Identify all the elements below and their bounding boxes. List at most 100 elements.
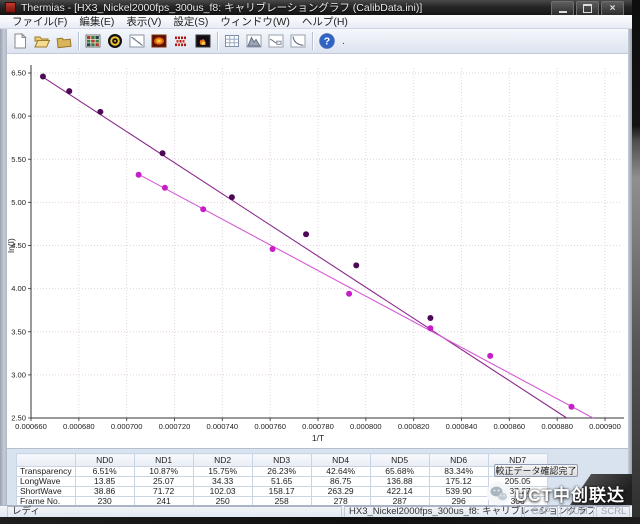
table-corner-cell (17, 454, 76, 467)
minimize-button[interactable] (551, 1, 574, 16)
table-cell: 65.68% (370, 467, 429, 477)
app-icon (5, 2, 16, 13)
menu-item-window[interactable]: ウィンドウ(W) (214, 14, 295, 29)
svg-text:3.50: 3.50 (11, 327, 26, 336)
grid-icon[interactable] (221, 31, 243, 52)
window-border-left (0, 29, 7, 517)
svg-text:3.00: 3.00 (11, 370, 26, 379)
help-icon[interactable]: ? (316, 31, 338, 52)
open-folder-icon[interactable] (31, 31, 53, 52)
nd-filter-table: ND0ND1ND2ND3ND4ND5ND6ND7Transparency6.51… (16, 453, 548, 507)
svg-text:6.00: 6.00 (11, 112, 26, 121)
calibration-confirm-button[interactable]: 較正データ確認完了 (494, 464, 578, 477)
table-cell: 34.33 (193, 477, 252, 487)
table-header-cell: ND5 (370, 454, 429, 467)
title-bar: Thermias - [HX3_Nickel2000fps_300us_f8: … (0, 0, 632, 15)
heat-pattern-icon[interactable] (170, 31, 192, 52)
svg-text:1/T: 1/T (312, 433, 324, 443)
toolbar-separator (78, 32, 79, 50)
table-row-label: ShortWave (17, 487, 76, 497)
table-cell: 13.85 (75, 477, 134, 487)
wechat-icon (486, 481, 511, 506)
svg-text:0.000900: 0.000900 (589, 422, 621, 431)
svg-text:0.000700: 0.000700 (111, 422, 143, 431)
table-cell: 175.12 (429, 477, 488, 487)
folder-icon[interactable] (53, 31, 75, 52)
svg-text:0.000680: 0.000680 (63, 422, 95, 431)
svg-text:0.000880: 0.000880 (541, 422, 573, 431)
table-cell: 15.75% (193, 467, 252, 477)
table-header-cell: ND0 (75, 454, 134, 467)
svg-text:0.000780: 0.000780 (302, 422, 334, 431)
table-row: ShortWave38.8671.72102.03158.17263.29422… (17, 487, 548, 497)
table-header-cell: ND3 (252, 454, 311, 467)
table-cell: 539.90 (429, 487, 488, 497)
table-cell: 136.88 (370, 477, 429, 487)
svg-text:0.000840: 0.000840 (446, 422, 478, 431)
table-header-cell: ND4 (311, 454, 370, 467)
window-title: Thermias - [HX3_Nickel2000fps_300us_f8: … (21, 0, 422, 15)
menu-item-file[interactable]: ファイル(F) (6, 14, 73, 29)
svg-text:0.000740: 0.000740 (206, 422, 238, 431)
close-button[interactable]: × (601, 1, 624, 16)
table-cell: 26.23% (252, 467, 311, 477)
svg-text:ln(I): ln(I) (7, 238, 16, 253)
svg-text:?: ? (324, 36, 330, 48)
svg-text:0.000720: 0.000720 (159, 422, 191, 431)
menu-item-help[interactable]: ヘルプ(H) (296, 14, 354, 29)
table-row-label: Transparency (17, 467, 76, 477)
screen-edge-bottom (0, 517, 640, 524)
svg-text:4.00: 4.00 (11, 284, 26, 293)
maximize-icon (583, 4, 592, 13)
table-header-cell: ND2 (193, 454, 252, 467)
frame-grid-icon[interactable] (82, 31, 104, 52)
toolbar: ?. (0, 29, 632, 54)
svg-text:0.000760: 0.000760 (254, 422, 286, 431)
table-row: Transparency6.51%10.87%15.75%26.23%42.64… (17, 467, 548, 477)
menu-item-edit[interactable]: 編集(E) (73, 14, 120, 29)
table-row: LongWave13.8525.0734.3351.6586.75136.881… (17, 477, 548, 487)
table-cell: 86.75 (311, 477, 370, 487)
svg-text:2.50: 2.50 (11, 414, 26, 423)
target-icon[interactable] (104, 31, 126, 52)
table-cell: 42.64% (311, 467, 370, 477)
svg-text:6.50: 6.50 (11, 69, 26, 78)
application-window: Thermias - [HX3_Nickel2000fps_300us_f8: … (0, 0, 640, 524)
watermark-text: UCT中创联达 (515, 481, 625, 506)
svg-text:5.00: 5.00 (11, 198, 26, 207)
svg-text:0.000860: 0.000860 (493, 422, 525, 431)
flame-image-icon[interactable] (192, 31, 214, 52)
table-cell: 263.29 (311, 487, 370, 497)
table-cell: 10.87% (134, 467, 193, 477)
maximize-button[interactable] (576, 1, 599, 16)
line-graph-icon[interactable] (126, 31, 148, 52)
table-cell: 422.14 (370, 487, 429, 497)
table-header-cell: ND1 (134, 454, 193, 467)
table-cell: 25.07 (134, 477, 193, 487)
close-icon: × (610, 4, 616, 14)
graph-annotation-icon[interactable] (265, 31, 287, 52)
toolbar-separator (312, 32, 313, 50)
watermark: UCT中创联达 (486, 478, 636, 508)
toolbar-overflow[interactable]: . (342, 36, 345, 47)
table-cell: 38.86 (75, 487, 134, 497)
table-cell: 6.51% (75, 467, 134, 477)
svg-text:0.000820: 0.000820 (398, 422, 430, 431)
table-cell: 51.65 (252, 477, 311, 487)
menu-item-view[interactable]: 表示(V) (120, 14, 167, 29)
table-row-label: LongWave (17, 477, 76, 487)
svg-text:5.50: 5.50 (11, 155, 26, 164)
window-controls: × (551, 1, 624, 16)
menu-item-settings[interactable]: 設定(S) (167, 14, 214, 29)
calibration-graph-panel: 0.0006600.0006800.0007000.0007200.000740… (7, 54, 628, 448)
svg-text:0.000800: 0.000800 (350, 422, 382, 431)
calibration-chart: 0.0006600.0006800.0007000.0007200.000740… (7, 54, 628, 448)
menu-bar: ファイル(F)編集(E)表示(V)設定(S)ウィンドウ(W)ヘルプ(H) (0, 15, 632, 29)
table-cell: 102.03 (193, 487, 252, 497)
screen-edge-right (632, 0, 640, 524)
decay-curve-icon[interactable] (287, 31, 309, 52)
histogram-icon[interactable] (243, 31, 265, 52)
minimize-icon (559, 11, 567, 13)
thermal-image-icon[interactable] (148, 31, 170, 52)
new-file-icon[interactable] (9, 31, 31, 52)
